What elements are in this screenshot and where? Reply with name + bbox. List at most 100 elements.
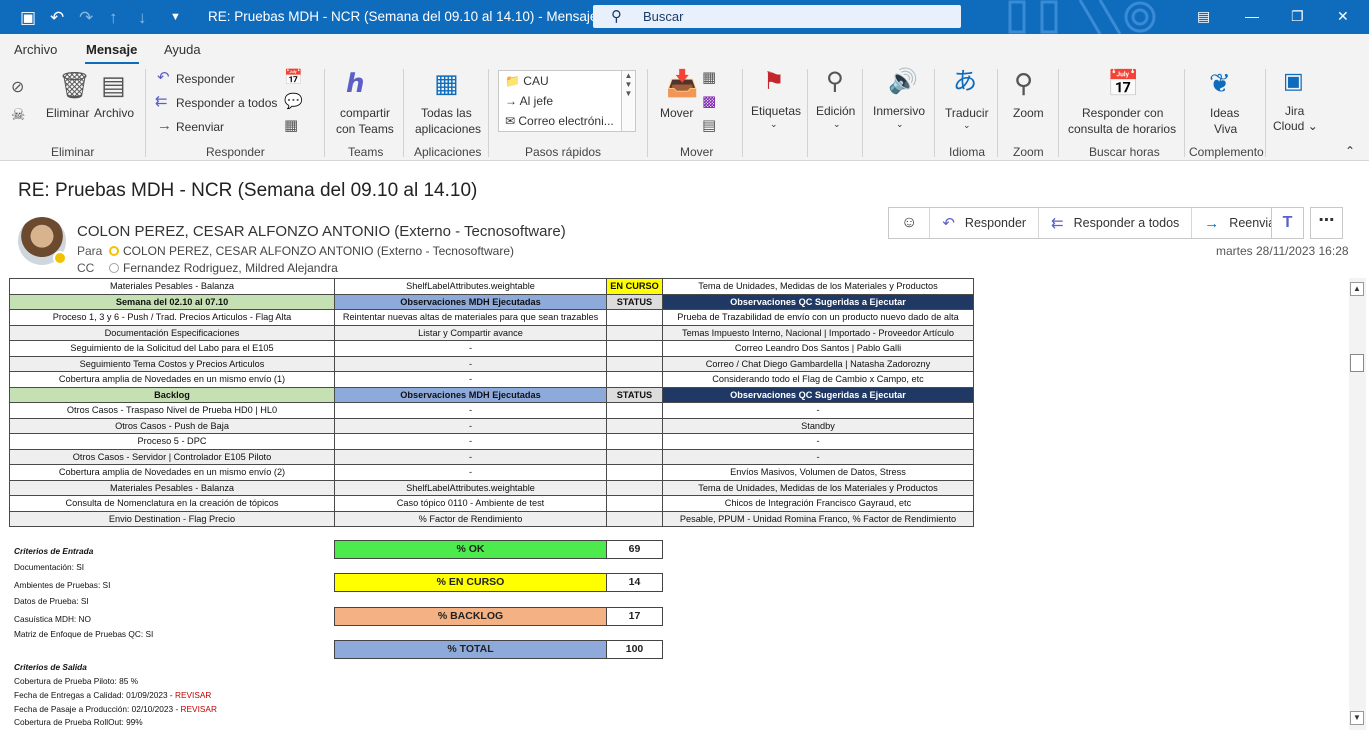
zoom-button[interactable]: Zoom [1013, 106, 1044, 120]
schedule-poll-label-1[interactable]: Responder con [1082, 106, 1163, 120]
mdh-observation-cell: - [334, 417, 607, 434]
qc-observation-cell: - [662, 402, 974, 419]
summary-label: % BACKLOG [335, 608, 607, 625]
jira-icon[interactable]: ▣ [1283, 70, 1304, 92]
search-box[interactable]: ⚲ Buscar [593, 5, 961, 28]
vertical-scrollbar[interactable]: ▲ ▼ [1349, 278, 1366, 730]
group-label-complemento: Complemento [1189, 145, 1264, 159]
teams-icon[interactable]: ℎ [346, 70, 365, 96]
scroll-up-icon[interactable]: ▲ [1350, 282, 1364, 296]
quick-step-correo-label: Correo electróni... [518, 114, 614, 128]
redo-icon[interactable]: ↷ [79, 8, 93, 28]
reply-all-action-button[interactable]: ⇇ Responder a todos [1039, 208, 1193, 238]
share-teams-label-1[interactable]: compartir [340, 106, 390, 120]
summary-label: % TOTAL [335, 641, 607, 658]
sender-name[interactable]: COLON PEREZ, CESAR ALFONZO ANTONIO (Exte… [77, 223, 566, 240]
quick-steps-scroll[interactable]: ▲ ▼ ▼ [621, 71, 635, 131]
quick-step-correo[interactable]: ✉ Correo electróni... [505, 114, 614, 128]
actions-icon[interactable]: ▤ [702, 118, 716, 133]
separator [1058, 69, 1059, 157]
reply-all-button[interactable]: Responder a todos [176, 96, 277, 110]
forward-button[interactable]: Reenviar [176, 120, 224, 134]
delete-button[interactable]: Eliminar [46, 106, 89, 120]
ignore-icon[interactable]: ⊘ [11, 80, 24, 96]
search-placeholder: Buscar [643, 9, 684, 24]
reply-action-button[interactable]: ↶ Responder [930, 208, 1040, 238]
separator [997, 69, 998, 157]
viva-insights-icon[interactable]: ❦ [1209, 70, 1231, 96]
table-row: Otros Casos - Servidor | Controlador E10… [9, 448, 974, 465]
schedule-poll-label-2[interactable]: consulta de horarios [1068, 122, 1176, 136]
viva-label-1[interactable]: Ideas [1210, 106, 1239, 120]
jira-label-2[interactable]: Cloud ⌄ [1273, 119, 1318, 133]
cc-recipient[interactable]: Fernandez Rodriguez, Mildred Alejandra [123, 261, 338, 275]
immersive-button[interactable]: Inmersivo [873, 104, 925, 118]
all-apps-label-1[interactable]: Todas las [421, 106, 472, 120]
immersive-reader-icon[interactable]: 🔊 [888, 70, 918, 94]
close-button[interactable]: ✕ [1337, 8, 1349, 25]
summary-ok: % OK 69 [334, 540, 663, 559]
meeting-reply-icon[interactable]: 📅 [284, 70, 303, 85]
group-label-apps: Aplicaciones [414, 145, 482, 159]
summary-value: 100 [607, 641, 662, 658]
calendar-icon[interactable]: 📅 [1107, 70, 1139, 96]
down-arrow-icon[interactable]: ↓ [138, 8, 147, 28]
chevron-down-icon[interactable]: ⌄ [833, 119, 841, 130]
editing-button[interactable]: Edición [816, 104, 855, 118]
viva-label-2[interactable]: Viva [1214, 122, 1237, 136]
exit-criteria-item: Cobertura de Prueba Piloto: 85 % [14, 676, 138, 686]
rules-icon[interactable]: ▦ [702, 70, 716, 85]
find-icon[interactable]: ⚲ [826, 70, 844, 94]
translate-icon[interactable]: あ [953, 70, 977, 94]
mdh-observation-cell: - [334, 433, 607, 450]
restore-button[interactable]: ❐ [1291, 8, 1304, 25]
delete-icon[interactable]: 🗑 [58, 72, 91, 98]
forward-icon: → [157, 117, 172, 134]
share-teams-label-2[interactable]: con Teams [336, 122, 394, 136]
archive-button[interactable]: Archivo [94, 106, 134, 120]
chevron-down-icon[interactable]: ⌄ [963, 120, 971, 131]
reply-button[interactable]: Responder [176, 72, 235, 86]
move-icon[interactable]: 📥 [666, 70, 698, 96]
undo-icon[interactable]: ↶ [50, 8, 64, 28]
teams-chat-button[interactable]: T [1271, 207, 1304, 239]
save-icon[interactable]: ▣ [20, 8, 36, 28]
table-row: Seguimiento de la Solicitud del Labo par… [9, 340, 974, 357]
exit-criteria-text: Fecha de Pasaje a Producción: 02/10/2023… [14, 704, 181, 714]
tags-button[interactable]: Etiquetas [751, 104, 801, 118]
archive-icon[interactable]: ▤ [101, 72, 126, 98]
to-recipient[interactable]: COLON PEREZ, CESAR ALFONZO ANTONIO (Exte… [123, 244, 514, 258]
presence-unknown-icon [109, 263, 119, 273]
chevron-down-icon[interactable]: ⌄ [896, 119, 904, 130]
apps-icon[interactable]: ▦ [434, 70, 459, 96]
jira-label-1[interactable]: Jira [1285, 104, 1304, 118]
qc-observation-cell: Standby [662, 417, 974, 434]
task-cell: Materiales Pesables - Balanza [9, 278, 335, 295]
junk-icon[interactable]: ☠ [11, 108, 25, 124]
onenote-icon[interactable]: ▩ [702, 94, 716, 109]
menu-ayuda[interactable]: Ayuda [164, 42, 201, 57]
customize-qat-icon[interactable]: ▼ [170, 11, 181, 23]
more-options-button[interactable]: ⋯ [1310, 207, 1343, 239]
chevron-down-icon[interactable]: ⌄ [770, 119, 778, 130]
zoom-icon[interactable]: ⚲ [1014, 70, 1033, 96]
menu-mensaje[interactable]: Mensaje [86, 42, 137, 57]
emoji-react-button[interactable]: ☺ [889, 208, 931, 238]
quick-step-al-jefe[interactable]: → Al jefe [505, 94, 553, 108]
collapse-ribbon-icon[interactable]: ⌃ [1345, 144, 1355, 158]
scrollbar-thumb[interactable] [1350, 354, 1364, 372]
task-cell: Otros Casos - Servidor | Controlador E10… [9, 448, 335, 465]
move-button[interactable]: Mover [660, 106, 693, 120]
mdh-observation-cell: - [334, 340, 607, 357]
quick-step-cau[interactable]: 📁 CAU [505, 74, 549, 88]
scroll-down-icon[interactable]: ▼ [1350, 711, 1364, 725]
minimize-button[interactable]: — [1245, 8, 1259, 24]
up-arrow-icon[interactable]: ↑ [109, 8, 118, 28]
translate-button[interactable]: Traducir [945, 106, 989, 120]
im-reply-icon[interactable]: 💬 [284, 94, 303, 109]
more-respond-icon[interactable]: ▦ [284, 118, 298, 133]
flag-icon[interactable]: ⚑ [763, 70, 785, 94]
all-apps-label-2[interactable]: aplicaciones [415, 122, 481, 136]
menu-archivo[interactable]: Archivo [14, 42, 57, 57]
ribbon-display-icon[interactable]: ▤ [1197, 8, 1210, 25]
